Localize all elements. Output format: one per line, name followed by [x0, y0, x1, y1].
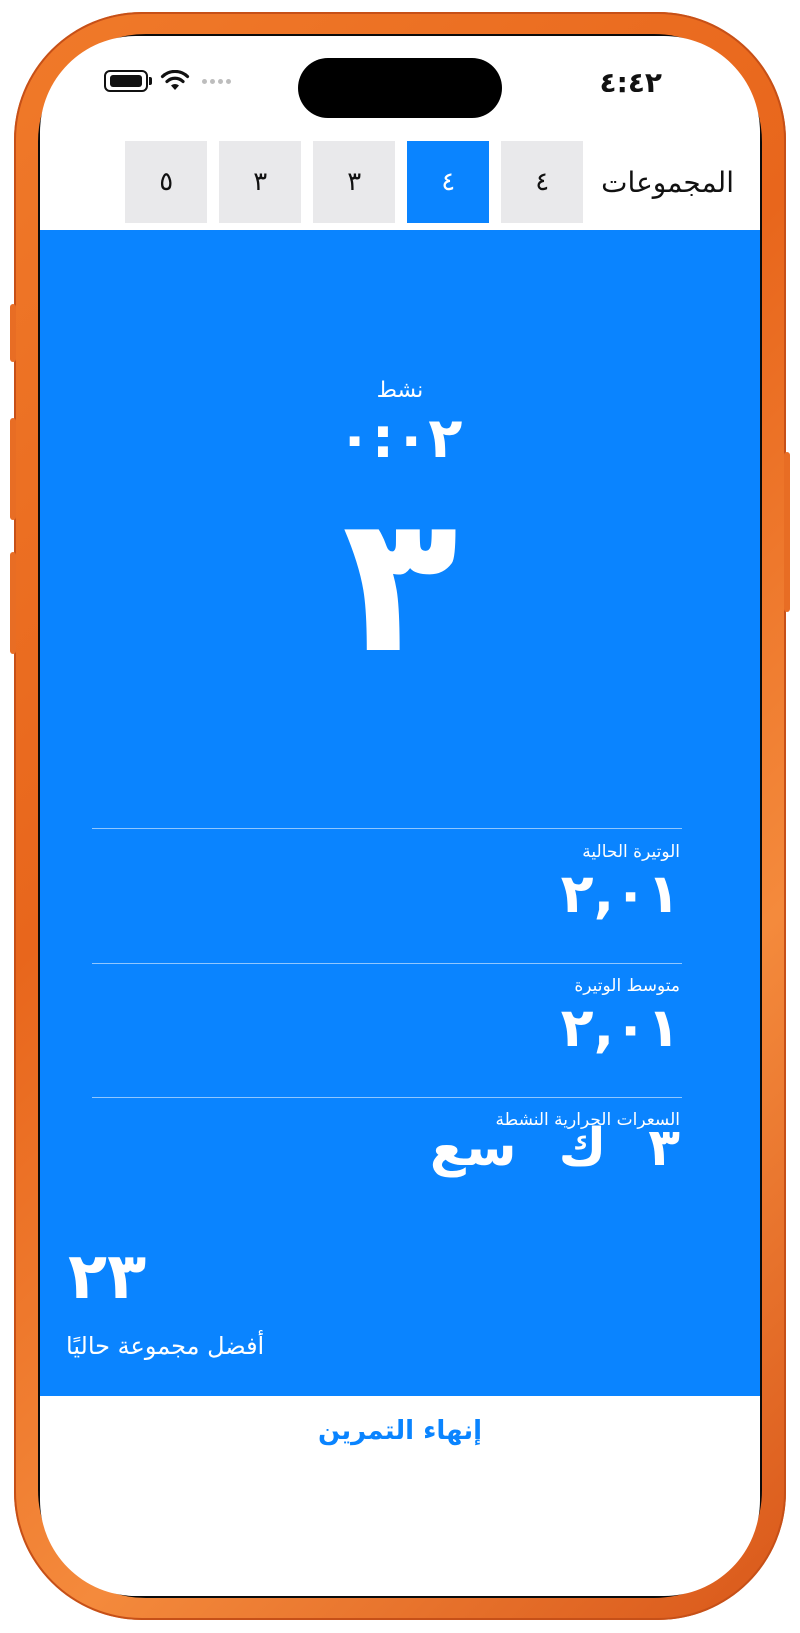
end-workout-button[interactable]: إنهاء التمرين: [40, 1416, 760, 1446]
set-item-2-selected[interactable]: ٤: [407, 141, 490, 223]
action-button: [10, 304, 16, 362]
active-calories-row: ٣ ك سع: [430, 1118, 680, 1178]
current-pace-value: ٢,٠١: [560, 862, 680, 925]
best-set-value: ٢٣: [68, 1240, 147, 1314]
rep-count: ٣: [342, 474, 458, 695]
dynamic-island: [298, 58, 502, 118]
divider: [92, 1097, 682, 1098]
best-set-label: أفضل مجموعة حاليًا: [66, 1332, 265, 1360]
active-calories-unit: ك: [558, 1118, 607, 1178]
sets-label: المجموعات: [601, 165, 734, 199]
active-calories-value: ٣: [648, 1118, 680, 1178]
set-item-4[interactable]: ٣: [219, 141, 302, 223]
battery-icon: [104, 70, 152, 92]
set-item-1[interactable]: ٤: [501, 141, 584, 223]
volume-up-button: [10, 418, 16, 520]
set-item-5[interactable]: ٥: [125, 141, 208, 223]
status-indicators: [104, 70, 231, 92]
divider: [92, 828, 682, 829]
average-pace-value: ٢,٠١: [560, 996, 680, 1059]
current-pace-label: الوتيرة الحالية: [582, 842, 680, 862]
sets-bar: المجموعات ٤ ٤ ٣ ٣ ٥: [40, 140, 760, 224]
screen: ٤:٤٢ المجموعات ٤ ٤ ٣ ٣ ٥ نشط ٠:٠٢ ٣ الوت…: [40, 36, 760, 1596]
workout-panel: نشط ٠:٠٢ ٣ الوتيرة الحالية ٢,٠١ متوسط ال…: [40, 230, 760, 1396]
wifi-icon: [160, 70, 190, 90]
workout-timer: ٠:٠٢: [337, 406, 463, 471]
divider: [92, 963, 682, 964]
cellular-signal-icon: [202, 78, 231, 84]
status-time: ٤:٤٢: [599, 66, 662, 99]
active-calories-unit-2: سع: [429, 1118, 517, 1178]
average-pace-label: متوسط الوتيرة: [574, 976, 680, 996]
volume-down-button: [10, 552, 16, 654]
workout-state-label: نشط: [376, 378, 424, 403]
power-button: [784, 452, 790, 612]
set-item-3[interactable]: ٣: [313, 141, 396, 223]
